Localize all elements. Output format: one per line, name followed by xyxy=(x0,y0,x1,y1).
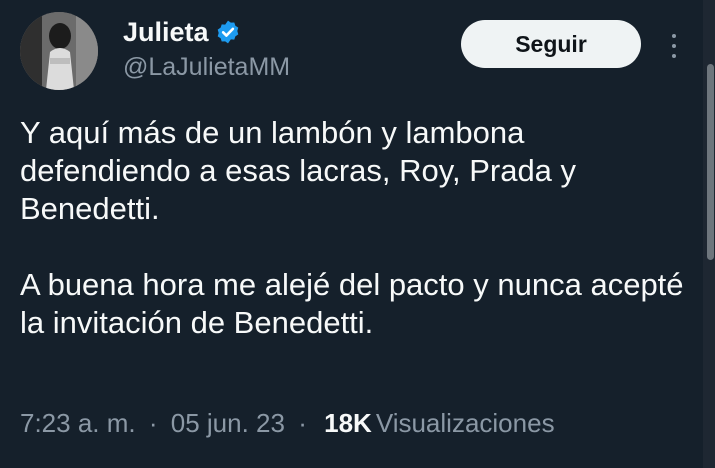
verified-badge-icon xyxy=(215,19,241,45)
tweet-text: Y aquí más de un lambón y lambona defend… xyxy=(20,114,700,342)
meta-separator: · xyxy=(298,408,307,438)
avatar[interactable] xyxy=(20,12,98,90)
author-handle[interactable]: @LaJulietaMM xyxy=(123,52,290,82)
views-count: 18K xyxy=(324,408,372,438)
more-dot xyxy=(672,44,676,48)
scrollbar-thumb[interactable] xyxy=(707,64,714,260)
tweet-time[interactable]: 7:23 a. m. xyxy=(20,408,136,438)
tweet-meta: 7:23 a. m. · 05 jun. 23 · 18K Visualizaci… xyxy=(20,406,555,440)
author-display-name[interactable]: Julieta xyxy=(123,16,209,48)
avatar-photo xyxy=(20,12,98,90)
more-dot xyxy=(672,34,676,38)
follow-button[interactable]: Seguir xyxy=(461,20,641,68)
tweet-paragraph: Y aquí más de un lambón y lambona defend… xyxy=(20,115,577,226)
more-options-icon[interactable] xyxy=(662,28,686,64)
author-name-row: Julieta xyxy=(123,16,241,48)
tweet-card: Julieta @LaJulietaMM Seguir Y aquí más d… xyxy=(0,0,715,468)
views-label: Visualizaciones xyxy=(375,408,555,438)
tweet-paragraph: A buena hora me alejé del pacto y nunca … xyxy=(20,267,684,340)
meta-separator: · xyxy=(148,408,158,438)
tweet-date[interactable]: 05 jun. 23 xyxy=(171,408,285,438)
more-dot xyxy=(672,54,676,58)
